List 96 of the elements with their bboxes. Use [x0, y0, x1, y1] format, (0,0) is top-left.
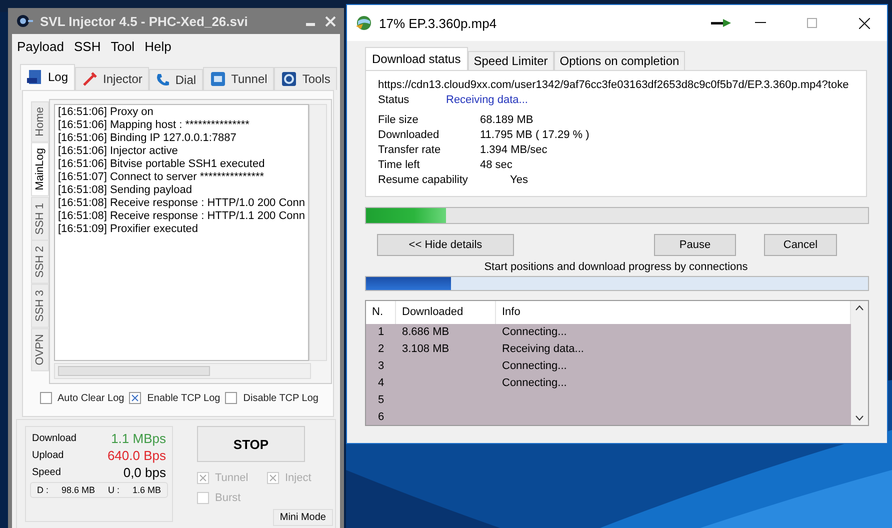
column-header[interactable]: N. — [366, 301, 396, 324]
stat-value: 0,0 bps — [123, 465, 166, 480]
table-cell-text: 6 — [376, 410, 386, 425]
side-tab[interactable]: SSH 3 — [31, 284, 49, 328]
status-value: Receiving data... — [446, 94, 529, 106]
window-title: SVL Injector 4.5 - PHC-Xed_26.svi — [40, 14, 249, 28]
detail-value: 48 sec — [480, 159, 514, 171]
download-total: 98.6 MB — [61, 485, 96, 495]
close-icon[interactable] — [858, 18, 870, 28]
phone-icon — [156, 73, 170, 87]
scrollbar[interactable] — [851, 301, 868, 425]
side-tab[interactable]: SSH 2 — [31, 240, 49, 284]
table-cell-text: 3.108 MB — [401, 342, 450, 358]
connections-caption: Start positions and download progress by connections — [483, 260, 749, 275]
table-cell-text: Receiving data... — [501, 342, 585, 358]
log-line: [16:51:06] Mapping host : *************** — [58, 119, 250, 132]
tab[interactable]: Tools — [274, 67, 338, 90]
detail-label: Resume capability — [378, 174, 469, 186]
detail-value: Yes — [509, 174, 529, 186]
log-line: [16:51:08] Sending payload — [58, 184, 193, 197]
checkbox-option[interactable]: Disable TCP Log — [225, 392, 318, 404]
tab[interactable]: Options on completion — [554, 51, 686, 70]
log-line: [16:51:06] Injector active — [58, 145, 179, 158]
table-cell-text: 3 — [376, 358, 386, 374]
log-line: [16:51:06] Binding IP 127.0.0.1:7887 — [58, 132, 238, 145]
table-cell-text: Connecting... — [501, 358, 568, 374]
table-cell-text: Connecting... — [501, 325, 568, 340]
tab[interactable]: Dial — [149, 69, 204, 90]
table-cell-text: 8.686 MB — [401, 325, 450, 340]
log-line: [16:51:09] Proxifier executed — [58, 223, 200, 236]
menu-item[interactable]: SSH — [74, 39, 101, 54]
app-logo-icon — [16, 14, 34, 28]
menu-item[interactable]: Help — [144, 39, 172, 54]
upload-total-label: U : — [108, 485, 120, 495]
detail-value: 11.795 MB ( 17.29 % ) — [480, 129, 590, 141]
scroll-down-icon[interactable] — [855, 415, 864, 421]
side-tab[interactable]: SSH 1 — [31, 196, 49, 240]
window-title: 17% EP.3.360p.mp4 — [379, 16, 498, 30]
checkbox[interactable] — [129, 392, 142, 404]
stop-button[interactable]: STOP — [197, 426, 305, 462]
scroll-up-icon[interactable] — [855, 305, 864, 311]
pause-button[interactable]: Pause — [654, 234, 736, 256]
checkbox[interactable] — [40, 392, 52, 404]
side-tab[interactable]: MainLog — [31, 142, 49, 197]
log-line: [16:51:06] Bitvise portable SSH1 executed — [58, 158, 266, 171]
hide-details-button[interactable]: << Hide details — [377, 234, 514, 256]
maximize-icon[interactable] — [807, 18, 817, 28]
tab[interactable]: Download status — [365, 47, 468, 70]
log-line: [16:51:08] Receive response : HTTP/1.0 200 Conn — [58, 197, 306, 210]
side-tab[interactable]: OVPN — [31, 328, 49, 372]
checkbox[interactable] — [197, 492, 209, 504]
download-total-label: D : — [37, 485, 49, 495]
detail-label: Downloaded — [378, 129, 440, 141]
status-label: Status — [378, 94, 410, 106]
table-cell-text: 5 — [376, 392, 386, 408]
download-url: https://cdn13.cloud9xx.com/user1342/9af76cc3fe03163df2653d8c9c0f5b7d/EP.3.360p.mp4?toke — [378, 79, 850, 91]
stat-label: Upload — [32, 450, 64, 461]
log-line: [16:51:07] Connect to server *************** — [58, 171, 266, 184]
mini-mode-button[interactable]: Mini Mode — [272, 509, 333, 526]
log-line: [16:51:08] Receive response : HTTP/1.1 200 Conn — [58, 210, 306, 223]
tab[interactable]: Log — [20, 64, 76, 90]
cancel-button[interactable]: Cancel — [764, 234, 837, 256]
stat-value: 1.1 MBps — [111, 431, 166, 446]
minimize-icon[interactable] — [754, 22, 766, 24]
stat-label: Download — [32, 433, 76, 444]
checkbox-option[interactable]: Auto Clear Log — [40, 392, 124, 404]
globe-icon — [355, 15, 373, 31]
log-line: [16:51:06] Proxy on — [58, 106, 154, 119]
side-tab[interactable]: Home — [31, 101, 49, 142]
table-cell-text: 4 — [376, 376, 386, 391]
checkbox[interactable] — [267, 472, 279, 484]
detail-value: 1.394 MB/sec — [480, 144, 548, 156]
scrollbar[interactable] — [309, 104, 328, 361]
arrow-icon — [711, 19, 731, 27]
detail-value: 68.189 MB — [480, 114, 534, 126]
column-header[interactable]: Downloaded — [396, 301, 496, 324]
checkbox[interactable] — [225, 392, 238, 404]
tab[interactable]: Injector — [75, 67, 150, 90]
table-cell-text: 1 — [376, 325, 386, 340]
window-icon — [210, 71, 226, 87]
upload-total: 1.6 MB — [132, 485, 161, 495]
table-cell-text: Connecting... — [501, 376, 568, 391]
menu-item[interactable]: Payload — [17, 39, 64, 54]
menu-item[interactable]: Tool — [110, 39, 135, 54]
horizontal-scrollbar[interactable] — [54, 363, 312, 379]
detail-label: Time left — [378, 159, 421, 171]
checkbox-option[interactable]: Enable TCP Log — [129, 392, 220, 404]
detail-label: Transfer rate — [378, 144, 442, 156]
tab[interactable]: Speed Limiter — [468, 51, 554, 70]
stat-value: 640.0 Bps — [107, 448, 166, 463]
stat-label: Speed — [32, 467, 61, 478]
table-cell-text: 2 — [376, 342, 386, 358]
detail-label: File size — [378, 114, 420, 126]
checkbox[interactable] — [197, 472, 209, 484]
tab[interactable]: Tunnel — [203, 67, 274, 90]
document-icon — [27, 69, 43, 85]
